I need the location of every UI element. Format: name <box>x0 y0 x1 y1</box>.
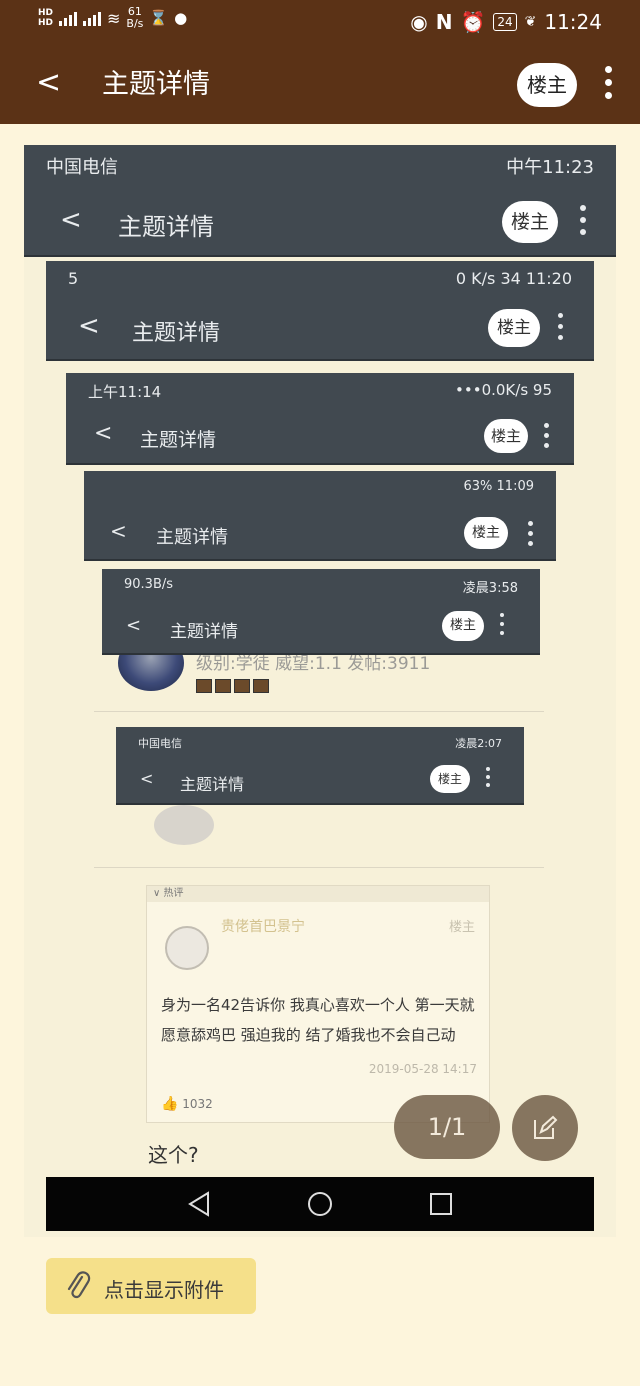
user-badges <box>196 679 269 693</box>
hourglass-icon: ⌛ <box>149 9 169 27</box>
nested-status-right: 凌晨2:07 <box>455 737 502 750</box>
alarm-icon: ⏰ <box>460 10 486 34</box>
commenter-name: 贵佬首巴景宁 <box>221 919 305 935</box>
back-arrow-icon[interactable]: < <box>36 68 61 98</box>
quoted-comment-card: ∨ 热评 贵佬首巴景宁 楼主 身为一名42告诉你 我真心喜欢一个人 第一天就愿意… <box>146 885 490 1123</box>
page-indicator-button[interactable]: 1/1 <box>394 1095 500 1159</box>
like-count-value: 1032 <box>182 1097 213 1111</box>
commenter-tag: 楼主 <box>448 920 475 935</box>
nested-title: 主题详情 <box>118 213 214 241</box>
nested-header-6: 中国电信 凌晨2:07 < 主题详情 楼主 <box>116 727 524 805</box>
nested-title: 主题详情 <box>132 321 221 346</box>
nested-status-right: 0 K/s 34 11:20 <box>455 269 572 288</box>
nested-status-right: 中午11:23 <box>506 157 594 178</box>
faded-avatar <box>154 805 214 845</box>
edit-icon <box>534 1115 558 1139</box>
nested-owner-pill: 楼主 <box>430 765 470 793</box>
nested-status-left: 90.3B/s <box>124 577 174 592</box>
nested-header-3: 上午11:14 •••0.0K/s 95 < 主题详情 楼主 <box>66 373 574 465</box>
page-title: 主题详情 <box>102 69 210 100</box>
clock: 11:24 <box>544 10 602 34</box>
nested-header-1: 中国电信 中午11:23 < 主题详情 楼主 <box>24 145 616 257</box>
nested-title: 主题详情 <box>170 622 238 642</box>
nested-title: 主题详情 <box>180 775 245 794</box>
nested-status-right: 凌晨3:58 <box>462 581 518 596</box>
wifi-icon: ≋ <box>107 8 121 28</box>
nested-title: 主题详情 <box>156 527 228 548</box>
nav-home-icon <box>308 1192 332 1216</box>
battery-indicator: 24 <box>493 13 517 31</box>
nested-more-icon <box>558 313 563 340</box>
nested-status-right: 63% 11:09 <box>463 479 535 494</box>
nested-back-icon: < <box>60 205 82 235</box>
nested-status-right: •••0.0K/s 95 <box>455 381 552 399</box>
nested-status-left: 5 <box>68 269 79 288</box>
like-count: 👍 1032 <box>161 1096 213 1112</box>
thumb-up-icon: 👍 <box>161 1096 179 1112</box>
nested-back-icon: < <box>78 311 100 341</box>
status-bar-left: HD HD ≋ 61 B/s ⌛ ● <box>38 6 187 30</box>
nested-back-icon: < <box>126 615 142 636</box>
nested-back-icon: < <box>110 519 127 543</box>
nested-status-left: 中国电信 <box>138 737 182 750</box>
nav-back-icon <box>188 1191 209 1217</box>
nested-owner-pill: 楼主 <box>484 419 528 453</box>
paperclip-icon <box>67 1271 91 1299</box>
net-speed-unit: B/s <box>126 17 144 30</box>
comment-date: 2019-05-28 14:17 <box>368 1062 477 1076</box>
edit-fab[interactable] <box>512 1095 578 1161</box>
more-vert-icon[interactable] <box>598 66 618 106</box>
nested-more-icon <box>500 613 504 635</box>
post-image[interactable]: 级别:学徒 威望:1.1 发帖:3911 ∨ 热评 贵佬首巴景宁 楼主 身为一名… <box>24 145 616 1237</box>
eye-icon: ◉ <box>410 10 428 34</box>
nested-more-icon <box>528 521 533 546</box>
nested-status-left: 中国电信 <box>46 157 118 178</box>
owner-only-button[interactable]: 楼主 <box>517 63 577 107</box>
hot-comment-header: ∨ 热评 <box>147 886 489 902</box>
android-nav-bar <box>46 1177 594 1231</box>
nested-owner-pill: 楼主 <box>464 517 508 549</box>
net-speed: 61 B/s <box>126 6 143 30</box>
nested-owner-pill: 楼主 <box>488 309 540 347</box>
nested-header-4: 63% 11:09 < 主题详情 楼主 <box>84 471 556 561</box>
leaf-icon: ❦ <box>524 14 537 30</box>
divider <box>94 867 544 868</box>
nested-more-icon <box>580 205 586 235</box>
hd-volte-icon: HD HD <box>38 8 54 28</box>
nested-header-2: 5 0 K/s 34 11:20 < 主题详情 楼主 <box>46 261 594 361</box>
nested-back-icon: < <box>94 421 113 446</box>
nested-more-icon <box>486 767 490 787</box>
status-bar: HD HD ≋ 61 B/s ⌛ ● ◉ N ⏰ 24 ❦ 11:24 <box>0 0 640 46</box>
chat-bubble-icon: ● <box>174 9 188 27</box>
commenter-avatar <box>165 926 209 970</box>
nested-owner-pill: 楼主 <box>502 201 558 243</box>
signal-icon-2 <box>83 10 102 26</box>
nested-title: 主题详情 <box>140 429 217 451</box>
signal-icon <box>59 10 78 26</box>
comment-body: 身为一名42告诉你 我真心喜欢一个人 第一天就愿意舔鸡巴 强迫我的 结了婚我也不… <box>161 996 475 1044</box>
app-bar: < 主题详情 楼主 <box>0 46 640 124</box>
show-attachment-label: 点击显示附件 <box>104 1278 224 1302</box>
status-bar-right: ◉ N ⏰ 24 ❦ 11:24 <box>410 10 602 34</box>
divider <box>94 711 544 712</box>
nav-recents-icon <box>430 1193 452 1215</box>
nfc-icon: N <box>435 10 453 34</box>
nested-header-5: 90.3B/s 凌晨3:58 < 主题详情 楼主 <box>102 569 540 655</box>
nested-more-icon <box>544 423 549 448</box>
nested-owner-pill: 楼主 <box>442 611 484 641</box>
post-caption: 这个? <box>148 1143 199 1167</box>
show-attachment-button[interactable]: 点击显示附件 <box>46 1258 256 1314</box>
nested-back-icon: < <box>140 769 154 788</box>
nested-status-left: 上午11:14 <box>88 383 162 401</box>
